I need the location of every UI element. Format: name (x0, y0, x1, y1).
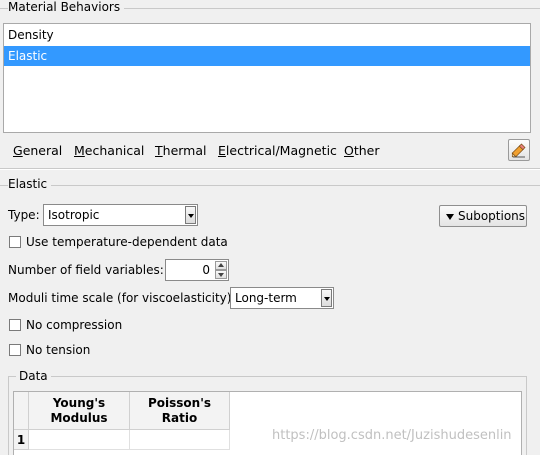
chevron-down-icon (185, 206, 196, 224)
material-behaviors-title: Material Behaviors (8, 0, 125, 14)
field-variables-spinner[interactable]: 0 (165, 259, 229, 281)
triangle-down-icon (446, 214, 454, 220)
column-header-line: Young's (52, 396, 106, 410)
field-variables-value: 0 (202, 263, 210, 277)
no-compression-checkbox[interactable] (9, 319, 21, 331)
menu-other-mnemonic: O (344, 143, 354, 158)
menu-general[interactable]: General (13, 143, 62, 158)
column-header-poissons-ratio[interactable]: Poisson's Ratio (130, 392, 230, 430)
pencil-eraser-icon (511, 143, 526, 158)
use-temperature-checkbox[interactable] (9, 236, 21, 248)
menu-electrical-label: lectrical/Magnetic (225, 143, 337, 158)
data-title: Data (16, 369, 51, 383)
menu-electrical-magnetic[interactable]: Electrical/Magnetic (218, 143, 337, 158)
material-behaviors-list[interactable]: Density Elastic (3, 23, 531, 133)
elastic-group-border (0, 185, 540, 186)
menu-other[interactable]: Other (344, 143, 380, 158)
suboptions-button[interactable]: Suboptions (439, 205, 527, 227)
table-cell[interactable] (130, 430, 230, 450)
watermark: https://blog.csdn.net/Juzishudesenlin (272, 428, 512, 443)
type-select[interactable]: Isotropic (43, 204, 198, 226)
elastic-section-title: Elastic (8, 177, 52, 191)
data-table[interactable]: Young's Modulus Poisson's Ratio 1 (13, 391, 522, 455)
moduli-time-scale-label: Moduli time scale (for viscoelasticity): (8, 291, 236, 305)
menu-electrical-mnemonic: E (218, 143, 226, 158)
behavior-item-density[interactable]: Density (4, 25, 530, 45)
chevron-down-icon (321, 289, 332, 307)
separator (0, 168, 540, 170)
column-header-line: Modulus (50, 411, 108, 425)
menu-thermal-label: hermal (162, 143, 207, 158)
menu-other-label: ther (353, 143, 380, 158)
edit-behavior-button[interactable] (508, 139, 530, 161)
column-header-line: Poisson's (147, 396, 212, 410)
menu-mechanical[interactable]: Mechanical (74, 143, 144, 158)
field-variables-label: Number of field variables: (8, 263, 164, 277)
menu-thermal[interactable]: Thermal (155, 143, 206, 158)
table-corner (14, 392, 29, 430)
moduli-time-scale-select[interactable]: Long-term (230, 287, 334, 309)
behavior-menubar: General Mechanical Thermal Electrical/Ma… (3, 139, 500, 163)
type-label: Type: (8, 208, 40, 222)
no-tension-checkbox[interactable] (9, 344, 21, 356)
menu-mechanical-label: echanical (84, 143, 145, 158)
column-header-line: Ratio (161, 411, 198, 425)
menu-thermal-mnemonic: T (155, 143, 163, 158)
spinner-buttons (215, 261, 227, 279)
type-select-value: Isotropic (48, 208, 100, 222)
spinner-down-icon[interactable] (215, 270, 227, 279)
menu-mechanical-mnemonic: M (74, 143, 85, 158)
spinner-up-icon[interactable] (215, 261, 227, 270)
behavior-item-elastic[interactable]: Elastic (4, 46, 530, 66)
use-temperature-label: Use temperature-dependent data (26, 235, 228, 249)
column-header-youngs-modulus[interactable]: Young's Modulus (29, 392, 130, 430)
menu-general-mnemonic: G (13, 143, 23, 158)
table-cell[interactable] (29, 430, 130, 450)
row-header[interactable]: 1 (14, 430, 29, 450)
no-compression-label: No compression (26, 318, 123, 332)
no-tension-label: No tension (26, 343, 91, 357)
suboptions-label: Suboptions (458, 209, 526, 223)
moduli-select-value: Long-term (235, 291, 297, 305)
menu-general-label: eneral (22, 143, 63, 158)
